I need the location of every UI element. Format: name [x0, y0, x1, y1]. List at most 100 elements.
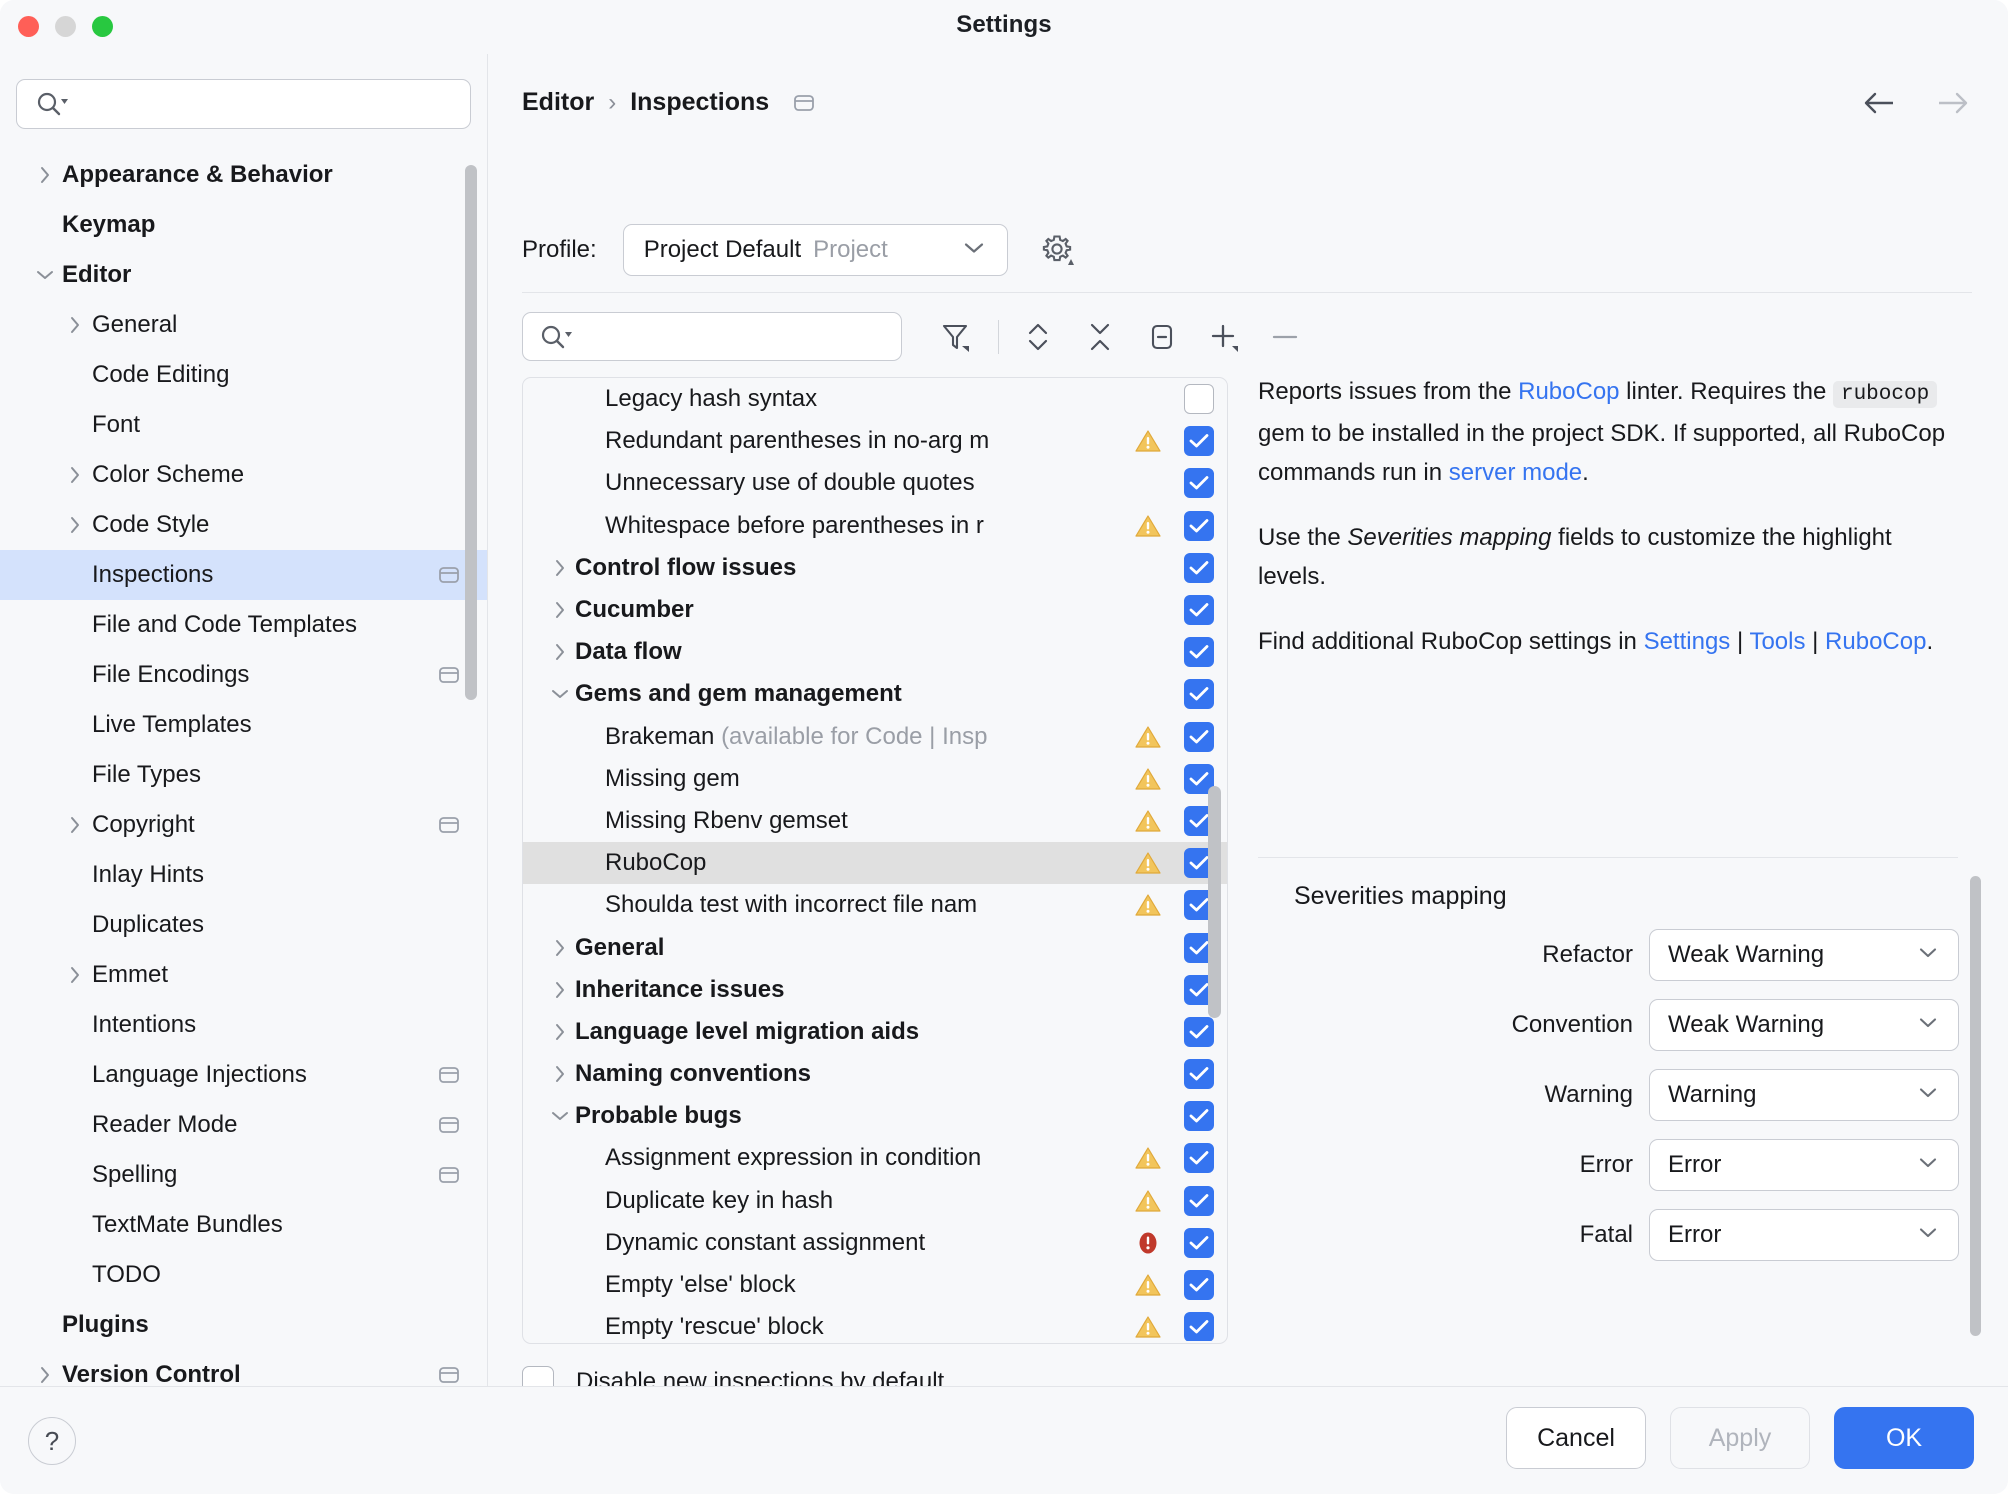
inspection-checkbox[interactable] — [1184, 1270, 1214, 1300]
inspection-checkbox-cell[interactable] — [1171, 1059, 1227, 1089]
inspection-checkbox-cell[interactable] — [1171, 1101, 1227, 1131]
inspection-checkbox[interactable] — [1184, 679, 1214, 709]
chevron-down-icon[interactable] — [545, 683, 575, 705]
chevron-right-icon[interactable] — [58, 500, 92, 550]
sidebar-item-file-and-code-templates[interactable]: File and Code Templates — [0, 600, 487, 650]
severity-select-error[interactable]: Error — [1649, 1139, 1959, 1191]
chevron-down-icon[interactable] — [545, 1105, 575, 1127]
inspection-row[interactable]: Probable bugs — [523, 1095, 1227, 1137]
severity-select-convention[interactable]: Weak Warning — [1649, 999, 1959, 1051]
sidebar-item-plugins[interactable]: Plugins — [0, 1300, 487, 1350]
inspection-row[interactable]: Dynamic constant assignment — [523, 1222, 1227, 1264]
sidebar-item-copyright[interactable]: Copyright — [0, 800, 487, 850]
inspection-tree[interactable]: Legacy hash syntaxRedundant parentheses … — [522, 377, 1228, 1344]
sidebar-item-font[interactable]: Font — [0, 400, 487, 450]
inspection-row[interactable]: Control flow issues — [523, 547, 1227, 589]
sidebar-item-reader-mode[interactable]: Reader Mode — [0, 1100, 487, 1150]
inspection-row[interactable]: Legacy hash syntax — [523, 378, 1227, 420]
chevron-right-icon[interactable] — [545, 641, 575, 663]
sidebar-item-color-scheme[interactable]: Color Scheme — [0, 450, 487, 500]
sidebar-item-editor[interactable]: Editor — [0, 250, 487, 300]
inspection-checkbox-cell[interactable] — [1171, 637, 1227, 667]
sidebar-item-version-control[interactable]: Version Control — [0, 1350, 487, 1387]
chevron-right-icon[interactable] — [545, 599, 575, 621]
severity-select-fatal[interactable]: Error — [1649, 1209, 1959, 1261]
inspection-row[interactable]: Data flow — [523, 631, 1227, 673]
inspection-row[interactable]: Missing Rbenv gemset — [523, 800, 1227, 842]
expand-all-icon[interactable] — [1015, 314, 1061, 360]
sidebar-item-todo[interactable]: TODO — [0, 1250, 487, 1300]
inspection-row[interactable]: Empty 'rescue' block — [523, 1306, 1227, 1341]
sidebar-item-appearance-behavior[interactable]: Appearance & Behavior — [0, 150, 487, 200]
inspection-checkbox[interactable] — [1184, 1186, 1214, 1216]
inspection-checkbox-cell[interactable] — [1171, 679, 1227, 709]
inspection-checkbox-cell[interactable] — [1171, 511, 1227, 541]
settings-link[interactable]: Settings — [1644, 628, 1731, 655]
inspection-row[interactable]: Shoulda test with incorrect file nam — [523, 884, 1227, 926]
sidebar-item-textmate-bundles[interactable]: TextMate Bundles — [0, 1200, 487, 1250]
collapse-all-icon[interactable] — [1077, 314, 1123, 360]
sidebar-item-live-templates[interactable]: Live Templates — [0, 700, 487, 750]
inspection-checkbox-cell[interactable] — [1171, 1312, 1227, 1341]
inspection-checkbox-cell[interactable] — [1171, 426, 1227, 456]
chevron-right-icon[interactable] — [545, 1021, 575, 1043]
help-button[interactable]: ? — [28, 1417, 76, 1465]
inspection-checkbox[interactable] — [1184, 722, 1214, 752]
inspection-checkbox[interactable] — [1184, 468, 1214, 498]
apply-button[interactable]: Apply — [1670, 1407, 1810, 1469]
tools-link[interactable]: Tools — [1749, 628, 1805, 655]
inspection-row[interactable]: Whitespace before parentheses in r — [523, 505, 1227, 547]
severity-select-warning[interactable]: Warning — [1649, 1069, 1959, 1121]
inspection-row[interactable]: Assignment expression in condition — [523, 1137, 1227, 1179]
breadcrumb-inspections[interactable]: Inspections — [630, 88, 769, 117]
inspection-row[interactable]: Inheritance issues — [523, 969, 1227, 1011]
inspection-checkbox[interactable] — [1184, 1312, 1214, 1341]
sidebar-item-file-types[interactable]: File Types — [0, 750, 487, 800]
inspection-row[interactable]: Redundant parentheses in no-arg m — [523, 420, 1227, 462]
chevron-right-icon[interactable] — [545, 979, 575, 1001]
inspection-row[interactable]: Naming conventions — [523, 1053, 1227, 1095]
gear-icon[interactable] — [1038, 231, 1076, 269]
inspection-row[interactable]: Brakeman (available for Code | Insp — [523, 716, 1227, 758]
inspection-row[interactable]: Empty 'else' block — [523, 1264, 1227, 1306]
sidebar-item-inspections[interactable]: Inspections — [0, 550, 487, 600]
severity-select-refactor[interactable]: Weak Warning — [1649, 929, 1959, 981]
inspection-checkbox[interactable] — [1184, 1143, 1214, 1173]
filter-icon[interactable] — [932, 314, 978, 360]
sidebar-scrollbar[interactable] — [465, 165, 477, 700]
inspection-checkbox-cell[interactable] — [1171, 553, 1227, 583]
chevron-right-icon[interactable] — [28, 150, 62, 200]
sidebar-item-intentions[interactable]: Intentions — [0, 1000, 487, 1050]
inspection-row[interactable]: Missing gem — [523, 758, 1227, 800]
server-mode-link[interactable]: server mode — [1449, 459, 1582, 486]
inspection-row[interactable]: Cucumber — [523, 589, 1227, 631]
sidebar-search-box[interactable] — [16, 79, 471, 129]
sidebar-item-inlay-hints[interactable]: Inlay Hints — [0, 850, 487, 900]
cancel-button[interactable]: Cancel — [1506, 1407, 1646, 1469]
inspection-checkbox-cell[interactable] — [1171, 384, 1227, 414]
sidebar-item-emmet[interactable]: Emmet — [0, 950, 487, 1000]
chevron-right-icon[interactable] — [28, 1350, 62, 1387]
chevron-right-icon[interactable] — [545, 937, 575, 959]
inspection-checkbox[interactable] — [1184, 1059, 1214, 1089]
inspection-checkbox[interactable] — [1184, 595, 1214, 625]
remove-icon[interactable] — [1263, 314, 1309, 360]
rubocop-link[interactable]: RuboCop — [1518, 378, 1619, 405]
inspection-checkbox[interactable] — [1184, 553, 1214, 583]
arrow-left-icon[interactable] — [1862, 88, 1898, 118]
breadcrumb-editor[interactable]: Editor — [522, 88, 594, 117]
add-icon[interactable] — [1201, 314, 1247, 360]
sidebar-item-spelling[interactable]: Spelling — [0, 1150, 487, 1200]
inspection-row[interactable]: Unnecessary use of double quotes — [523, 462, 1227, 504]
inspection-checkbox-cell[interactable] — [1171, 1186, 1227, 1216]
inspection-search-input[interactable] — [522, 312, 902, 361]
chevron-right-icon[interactable] — [58, 300, 92, 350]
chevron-right-icon[interactable] — [58, 450, 92, 500]
inspection-row[interactable]: Duplicate key in hash — [523, 1180, 1227, 1222]
sidebar-item-general[interactable]: General — [0, 300, 487, 350]
ok-button[interactable]: OK — [1834, 1407, 1974, 1469]
sidebar-item-code-editing[interactable]: Code Editing — [0, 350, 487, 400]
inspection-checkbox[interactable] — [1184, 426, 1214, 456]
inspection-row[interactable]: Language level migration aids — [523, 1011, 1227, 1053]
inspection-checkbox[interactable] — [1184, 384, 1214, 414]
